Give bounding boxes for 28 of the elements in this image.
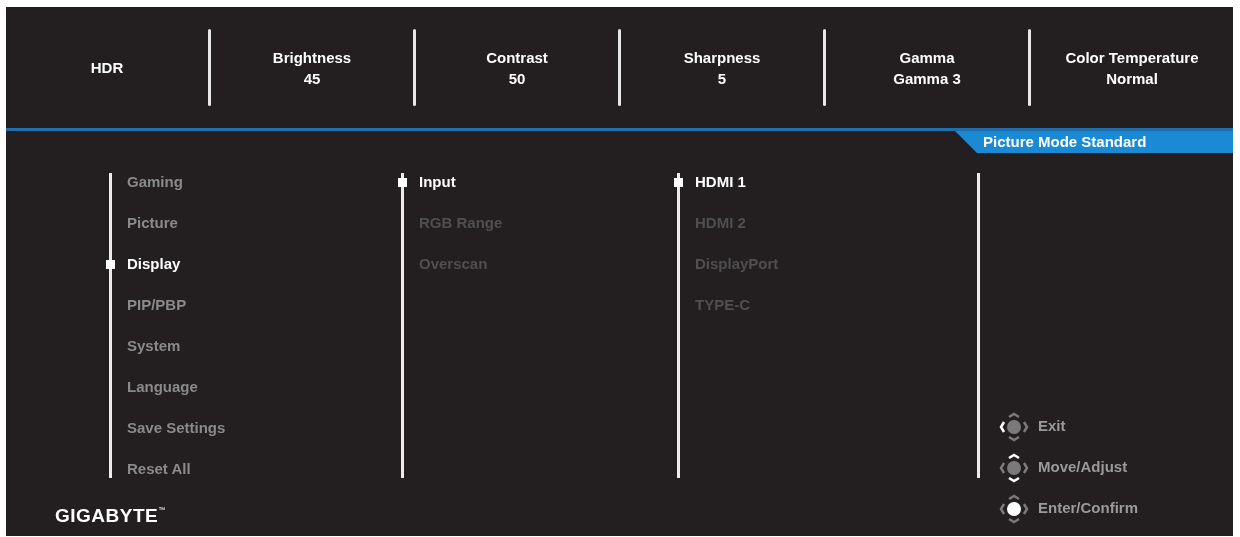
setting-label: Sharpness (683, 47, 761, 68)
menu-item[interactable]: Picture (127, 212, 178, 235)
joystick-icon (999, 493, 1029, 524)
menu-item[interactable]: Language (127, 376, 198, 399)
hint-label: Move/Adjust (1038, 457, 1128, 478)
picture-mode-badge: Picture Mode Standard (955, 131, 1233, 153)
setting-label: Color Temperature (1065, 47, 1199, 68)
joystick-icon (999, 411, 1029, 442)
menu-item[interactable]: Input (419, 171, 456, 194)
menu-item[interactable]: Reset All (127, 458, 191, 481)
setting-value: 5 (717, 68, 727, 89)
setting-label: Brightness (272, 47, 352, 68)
joystick-icon (999, 452, 1029, 483)
menu-item[interactable]: Gaming (127, 171, 183, 194)
menu-item[interactable]: PIP/PBP (127, 294, 187, 317)
menu-item[interactable]: Display (127, 253, 181, 276)
hint-label: Exit (1038, 416, 1066, 437)
menu-item[interactable]: Save Settings (127, 417, 226, 440)
menu-item[interactable]: System (127, 335, 181, 358)
setting-value: 45 (303, 68, 321, 89)
setting-value: Normal (1106, 68, 1158, 89)
setting-value: 50 (508, 68, 526, 89)
menu-item[interactable]: HDMI 1 (695, 171, 746, 194)
hint-label: Enter/Confirm (1038, 498, 1138, 519)
setting-label: HDR (90, 58, 124, 78)
setting-value: Gamma 3 (893, 68, 961, 89)
setting-label: Contrast (486, 47, 548, 68)
setting-label: Gamma (899, 47, 955, 68)
